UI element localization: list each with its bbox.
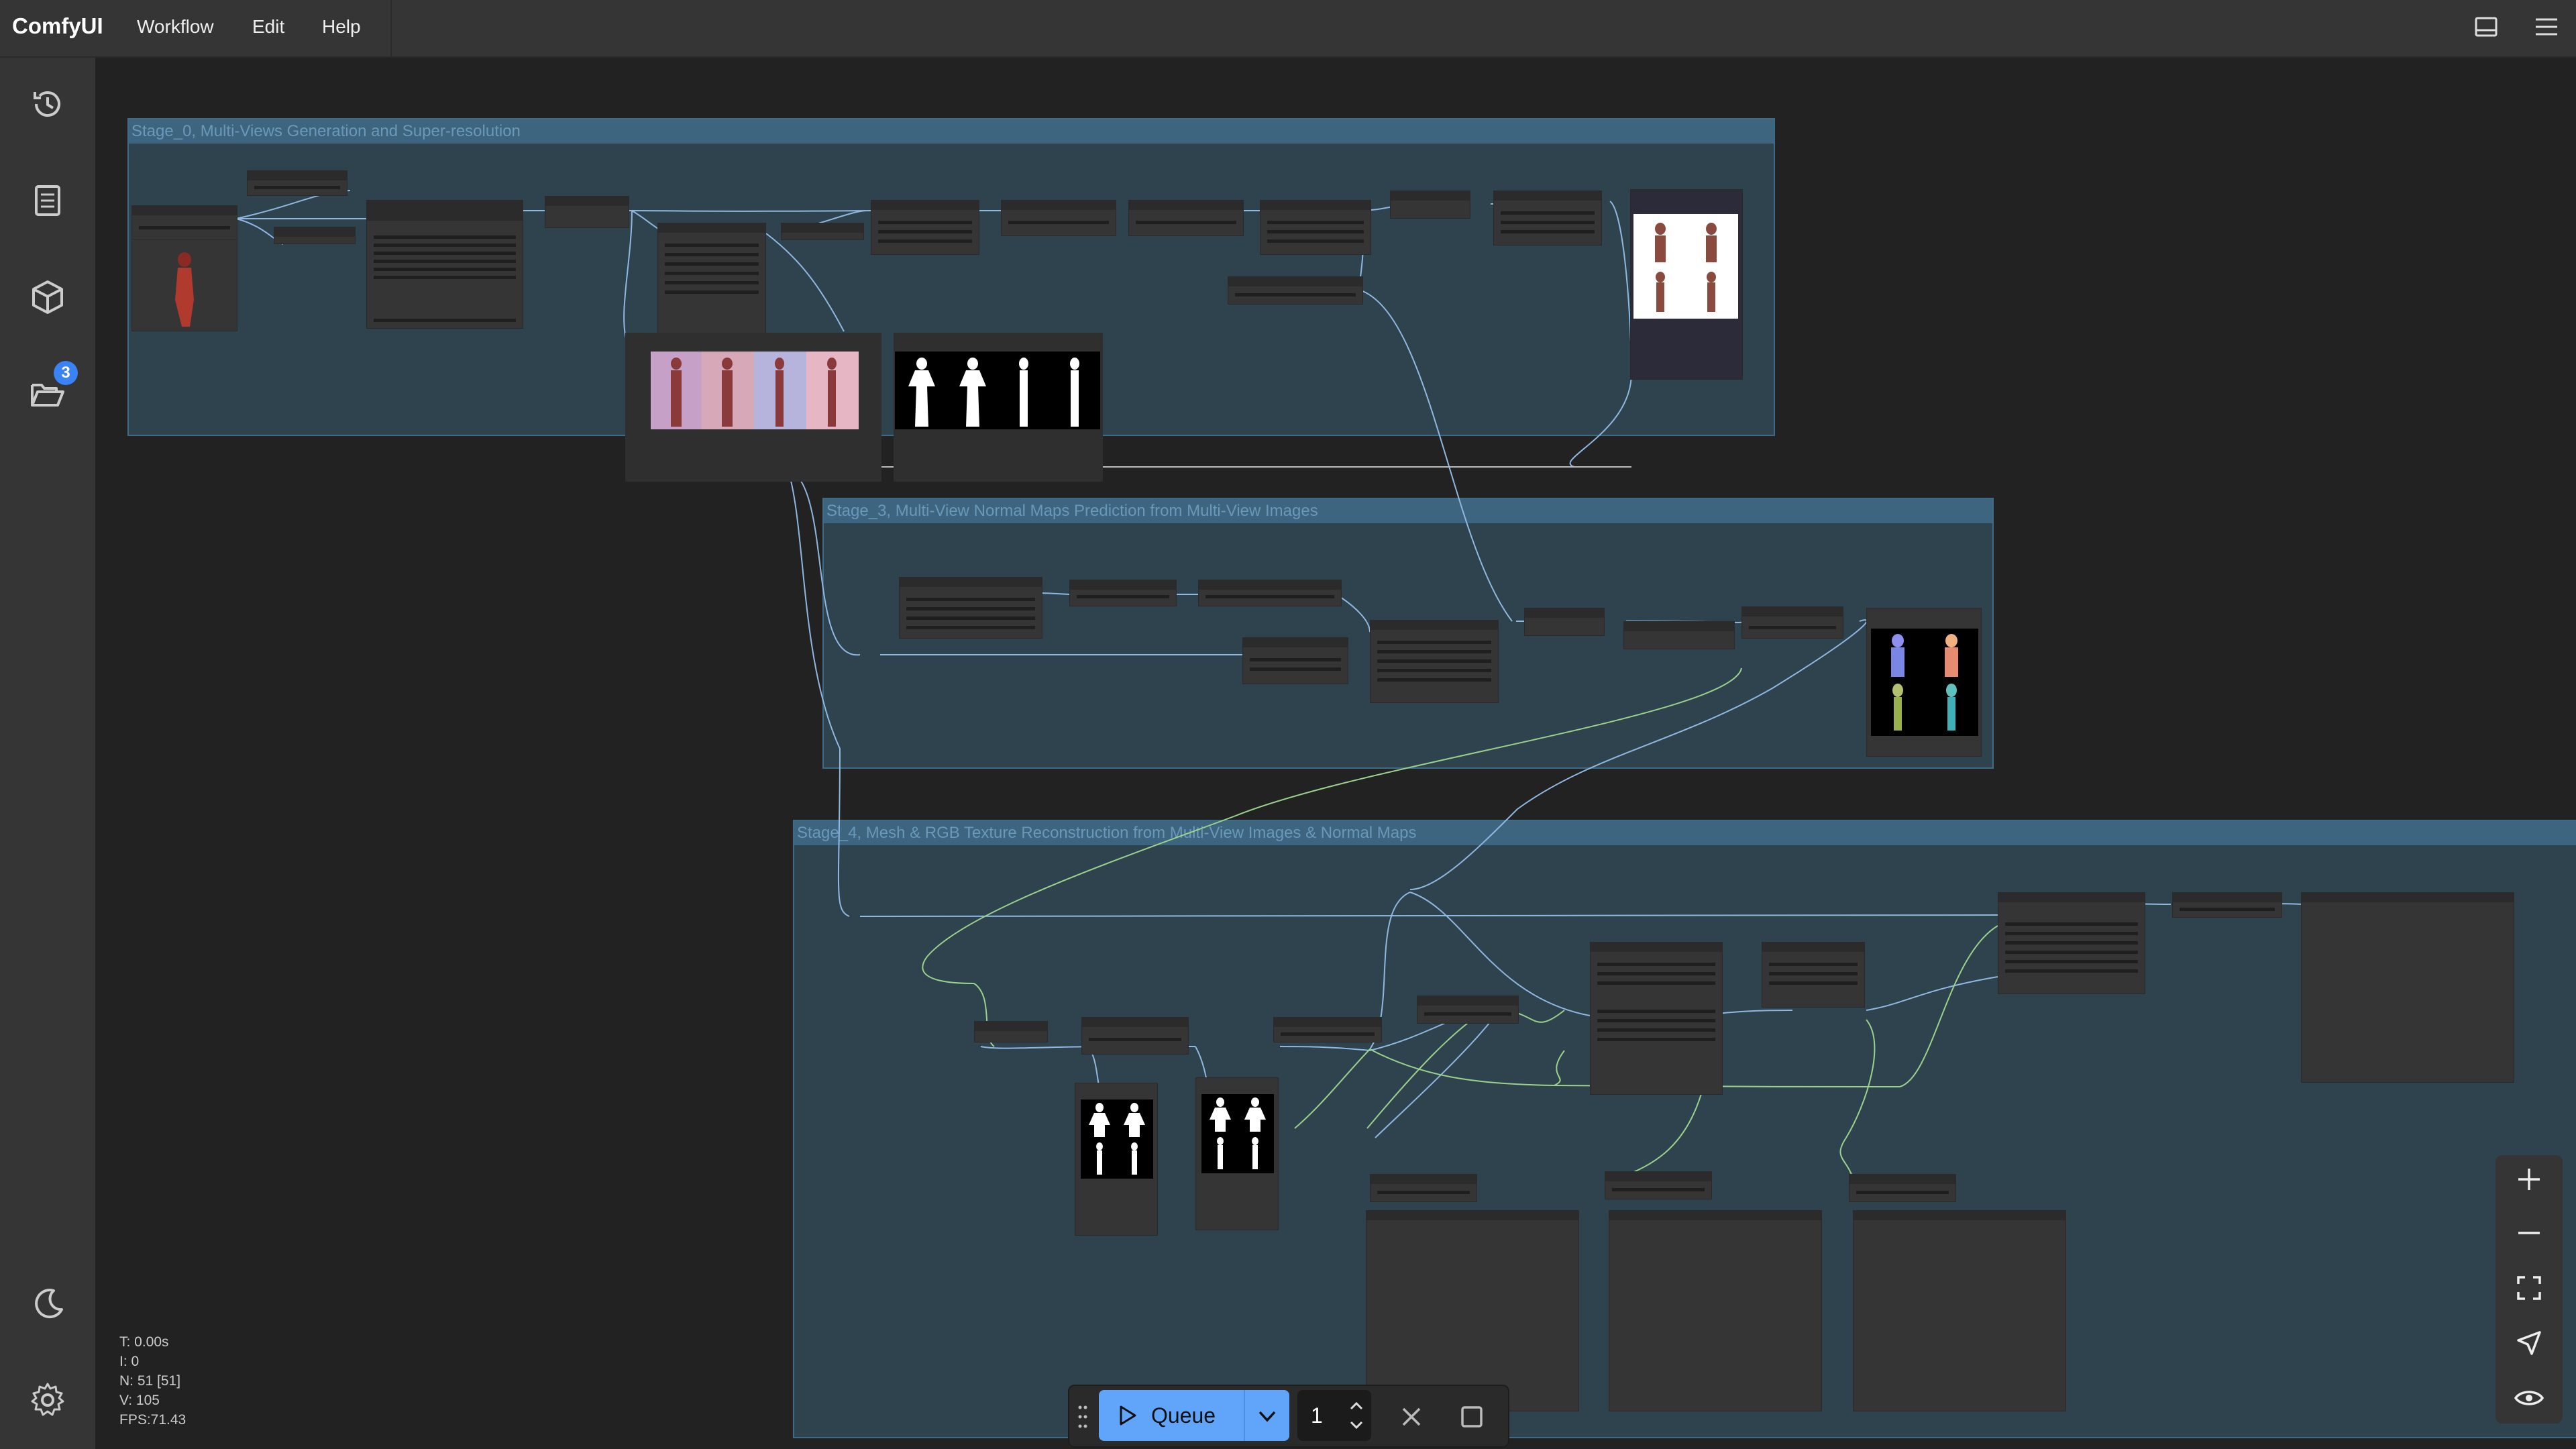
mask-grid-image bbox=[1081, 1099, 1153, 1179]
workflow-node[interactable] bbox=[1198, 580, 1342, 606]
workflow-node[interactable] bbox=[1762, 942, 1865, 1008]
workflow-node[interactable] bbox=[1417, 996, 1519, 1024]
toggle-links-eye-icon[interactable] bbox=[2512, 1381, 2546, 1415]
menu-help[interactable]: Help bbox=[322, 16, 361, 38]
workflow-node[interactable] bbox=[131, 205, 237, 240]
panel-toggle-icon[interactable] bbox=[2471, 12, 2501, 42]
workflow-node[interactable] bbox=[781, 223, 864, 240]
zoom-out-icon[interactable] bbox=[2512, 1216, 2546, 1250]
workflow-node[interactable] bbox=[2301, 892, 2514, 1083]
workflow-node[interactable] bbox=[1849, 1174, 1956, 1202]
select-mode-icon[interactable] bbox=[2512, 1326, 2546, 1360]
workflow-node[interactable] bbox=[545, 196, 629, 228]
workflow-node[interactable] bbox=[1001, 200, 1116, 236]
workflow-node[interactable] bbox=[1366, 1210, 1579, 1411]
play-icon bbox=[1120, 1405, 1136, 1426]
workflow-node[interactable] bbox=[1853, 1210, 2066, 1411]
workflow-node[interactable] bbox=[1273, 1017, 1382, 1042]
stepper-icon[interactable] bbox=[1347, 1398, 1366, 1433]
stop-icon[interactable] bbox=[1457, 1402, 1487, 1432]
app-logo: ComfyUI bbox=[12, 13, 103, 38]
workflow-node[interactable] bbox=[1493, 191, 1602, 246]
image-preview-node[interactable] bbox=[131, 239, 237, 331]
workflow-node[interactable] bbox=[1605, 1171, 1712, 1199]
canvas-controls bbox=[2496, 1155, 2563, 1424]
model-library-icon[interactable] bbox=[27, 276, 68, 318]
menu-divider bbox=[390, 0, 392, 56]
drag-handle-icon[interactable] bbox=[1076, 1402, 1089, 1432]
workflows-badge: 3 bbox=[54, 361, 78, 385]
workflow-node[interactable] bbox=[2172, 892, 2282, 918]
mask-grid-image bbox=[1201, 1094, 1274, 1173]
render-stats: T: 0.00s I: 0 N: 51 [51] V: 105 FPS:71.4… bbox=[119, 1332, 186, 1430]
workflow-node[interactable] bbox=[1260, 200, 1371, 255]
workflow-node[interactable] bbox=[1390, 191, 1470, 219]
workflow-node[interactable] bbox=[1370, 1174, 1477, 1202]
workflow-node[interactable] bbox=[1069, 580, 1177, 606]
image-preview-node[interactable] bbox=[1195, 1077, 1279, 1230]
node-library-icon[interactable] bbox=[27, 180, 68, 221]
stat-time: T: 0.00s bbox=[119, 1334, 169, 1350]
stat-v: V: 105 bbox=[119, 1393, 160, 1408]
rgb-multiview-preview[interactable] bbox=[625, 333, 881, 482]
menu-workflow[interactable]: Workflow bbox=[137, 16, 214, 38]
hamburger-menu-icon[interactable] bbox=[2532, 12, 2561, 42]
character-thumbnail bbox=[175, 252, 194, 327]
workflow-node[interactable] bbox=[1524, 608, 1605, 636]
rgb-views-image bbox=[651, 352, 859, 429]
batch-count-input[interactable]: 1 bbox=[1297, 1390, 1371, 1441]
multiview-output-thumbnail bbox=[1633, 214, 1738, 319]
graph-canvas[interactable]: Stage_0, Multi-Views Generation and Supe… bbox=[95, 58, 2576, 1449]
workflow-node[interactable] bbox=[974, 1021, 1048, 1042]
workflow-node[interactable] bbox=[1370, 620, 1499, 703]
zoom-in-icon[interactable] bbox=[2512, 1162, 2546, 1197]
workflow-node[interactable] bbox=[1128, 200, 1244, 236]
workflow-node[interactable] bbox=[1998, 892, 2145, 994]
mask-multiview-preview[interactable] bbox=[894, 333, 1103, 482]
workflow-node[interactable] bbox=[1609, 1210, 1822, 1411]
theme-moon-icon[interactable] bbox=[27, 1283, 68, 1324]
history-icon[interactable] bbox=[27, 83, 68, 125]
queue-options-button[interactable] bbox=[1244, 1390, 1289, 1441]
settings-gear-icon[interactable] bbox=[27, 1379, 68, 1421]
workflow-node[interactable] bbox=[899, 577, 1042, 639]
workflow-node[interactable] bbox=[1242, 637, 1348, 684]
queue-label: Queue bbox=[1151, 1403, 1216, 1428]
menu-edit[interactable]: Edit bbox=[252, 16, 284, 38]
workflow-node[interactable] bbox=[247, 170, 347, 196]
normal-maps-image bbox=[1871, 629, 1978, 736]
menu-bar: ComfyUI Workflow Edit Help bbox=[0, 0, 2576, 58]
stat-i: I: 0 bbox=[119, 1354, 140, 1369]
workflow-node[interactable] bbox=[1741, 606, 1843, 639]
workflow-node[interactable] bbox=[1590, 942, 1723, 1095]
batch-count-value: 1 bbox=[1311, 1403, 1323, 1428]
stat-nodes: N: 51 [51] bbox=[119, 1373, 181, 1389]
image-preview-node[interactable] bbox=[1866, 608, 1982, 757]
workflow-node[interactable] bbox=[1228, 276, 1363, 305]
queue-button[interactable]: Queue bbox=[1099, 1390, 1244, 1441]
workflow-node[interactable] bbox=[274, 227, 356, 244]
sidebar: 3 bbox=[0, 58, 95, 1449]
workflow-node[interactable] bbox=[366, 200, 523, 329]
chevron-down-icon bbox=[1258, 1411, 1276, 1422]
image-preview-node[interactable] bbox=[1075, 1083, 1158, 1236]
stat-fps: FPS:71.43 bbox=[119, 1412, 186, 1428]
workflow-node[interactable] bbox=[1623, 621, 1735, 649]
image-preview-node[interactable] bbox=[1630, 189, 1743, 380]
queue-bar: Queue 1 bbox=[1068, 1385, 1509, 1448]
workflow-node[interactable] bbox=[871, 200, 979, 255]
workflow-node[interactable] bbox=[1081, 1017, 1189, 1055]
cancel-icon[interactable] bbox=[1397, 1402, 1426, 1432]
fit-view-icon[interactable] bbox=[2512, 1271, 2546, 1305]
mask-views-image bbox=[895, 352, 1100, 429]
